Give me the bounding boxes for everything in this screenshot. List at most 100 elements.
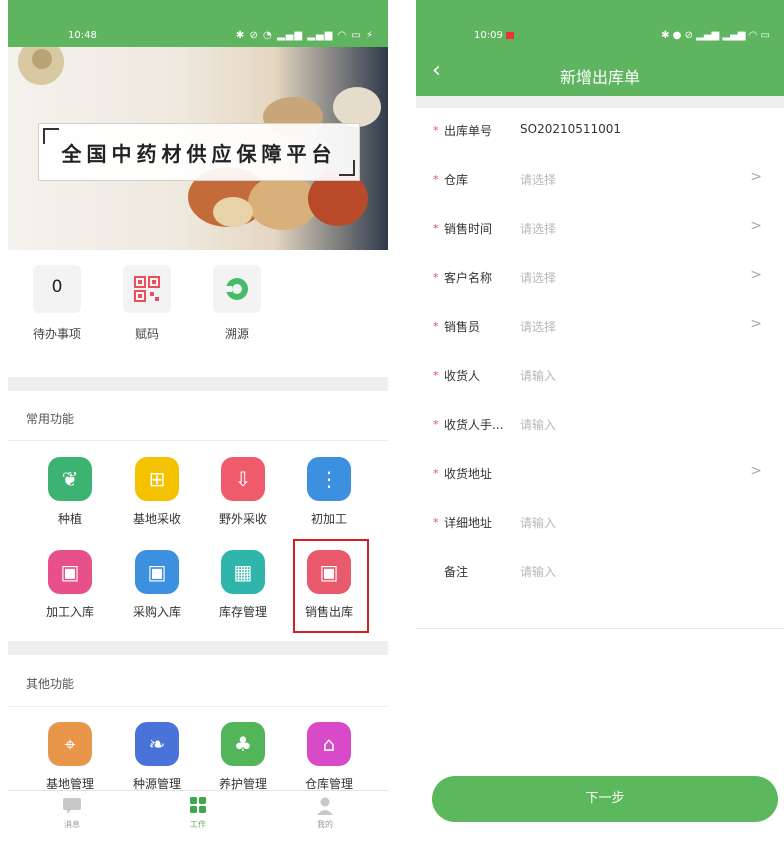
warehouse-select[interactable]: 请选择 — [520, 171, 556, 188]
inbox-in-icon: ▣ — [48, 550, 92, 594]
section-gap — [416, 96, 784, 108]
field-detailed-address[interactable]: * 详细地址 请输入 — [416, 502, 784, 550]
banner-title-card: 全国中药材供应保障平台 — [38, 123, 360, 181]
salesperson-select[interactable]: 请选择 — [520, 318, 556, 335]
required-mark: * — [433, 320, 439, 333]
notification-badge-icon — [505, 31, 514, 39]
process-icon: ⋮ — [307, 457, 351, 501]
field-label: 收货人手... — [444, 418, 504, 432]
field-salesperson[interactable]: * 销售员 请选择 > — [416, 306, 784, 354]
field-sales-time[interactable]: * 销售时间 请选择 > — [416, 208, 784, 256]
field-remark[interactable]: 备注 请输入 — [416, 551, 784, 599]
field-consignee[interactable]: * 收货人 请输入 — [416, 355, 784, 403]
page-title: 新增出库单 — [559, 68, 640, 87]
trace-icon — [213, 265, 261, 313]
required-mark: * — [433, 369, 439, 382]
user-icon — [315, 797, 335, 815]
consignee-input[interactable]: 请输入 — [520, 367, 556, 384]
func-label: 种植 — [57, 512, 82, 526]
quick-code[interactable]: 赋码 — [116, 265, 178, 342]
seed-icon: ❧ — [135, 722, 179, 766]
sales-time-select[interactable]: 请选择 — [520, 220, 556, 237]
field-warehouse[interactable]: * 仓库 请选择 > — [416, 159, 784, 207]
func-warehouse-management[interactable]: ⌂ 仓库管理 — [289, 722, 369, 792]
tab-label: 消息 — [64, 820, 80, 829]
tab-work[interactable]: 工作 — [168, 797, 228, 830]
func-label: 初加工 — [310, 512, 347, 526]
field-label: 销售时间 — [444, 222, 493, 236]
func-label: 基地采收 — [132, 512, 181, 526]
func-planting[interactable]: ❦ 种植 — [30, 457, 110, 527]
tab-messages[interactable]: 消息 — [42, 797, 102, 830]
banner[interactable]: 全国中药材供应保障平台 — [8, 47, 388, 250]
chevron-right-icon: > — [750, 169, 762, 185]
section-gap — [8, 377, 388, 391]
qr-code-icon — [123, 265, 171, 313]
location-icon: ⌖ — [48, 722, 92, 766]
status-bar: 10:48 ✱ ⊘ ◔ ▂▄▆ ▂▄▆ ◠ ▭ ⚡ — [8, 0, 388, 47]
detailed-address-input[interactable]: 请输入 — [520, 514, 556, 531]
func-label: 库存管理 — [218, 605, 267, 619]
customer-select[interactable]: 请选择 — [520, 269, 556, 286]
field-order-number: * 出库单号 SO20210511001 — [416, 110, 784, 158]
func-inventory[interactable]: ▦ 库存管理 — [203, 550, 283, 620]
field-label: 收货人 — [444, 369, 481, 383]
required-mark: * — [433, 222, 439, 235]
divider — [8, 706, 388, 707]
field-label: 仓库 — [444, 173, 469, 187]
required-mark: * — [433, 173, 439, 186]
field-label: 备注 — [444, 565, 469, 579]
field-consignee-phone[interactable]: * 收货人手... 请输入 — [416, 404, 784, 452]
quick-trace-label: 溯源 — [224, 327, 249, 341]
chevron-right-icon: > — [750, 463, 762, 479]
status-time: 10:48 — [68, 30, 97, 41]
purchase-inbox-icon: ▣ — [135, 550, 179, 594]
quick-todo[interactable]: 0 待办事项 — [26, 265, 88, 342]
status-icons: ✱ ⊘ ◔ ▂▄▆ ▂▄▆ ◠ ▭ ⚡ — [235, 30, 374, 41]
section-gap — [8, 641, 388, 655]
field-label: 收货地址 — [444, 467, 493, 481]
new-outbound-order-screen: 10:09 ✱ ● ⊘ ▂▄▆ ▂▄▆ ◠ ▭ ‹ 新增出库单 * 出库单号 S… — [416, 0, 784, 841]
required-mark: * — [433, 271, 439, 284]
status-time: 10:09 — [474, 30, 514, 41]
home-screen: 10:48 ✱ ⊘ ◔ ▂▄▆ ▂▄▆ ◠ ▭ ⚡ 全国中药材供应保障平台 0 … — [8, 0, 388, 841]
func-processing-inbound[interactable]: ▣ 加工入库 — [30, 550, 110, 620]
func-purchase-inbound[interactable]: ▣ 采购入库 — [117, 550, 197, 620]
required-mark: * — [433, 467, 439, 480]
func-label: 野外采收 — [218, 512, 267, 526]
chevron-right-icon: > — [750, 267, 762, 283]
common-functions-title: 常用功能 — [26, 412, 75, 426]
quick-todo-label: 待办事项 — [32, 327, 81, 341]
func-primary-processing[interactable]: ⋮ 初加工 — [289, 457, 369, 527]
todo-icon: 0 — [33, 265, 81, 313]
required-mark: * — [433, 418, 439, 431]
field-shipping-address[interactable]: * 收货地址 > — [416, 453, 784, 501]
field-label: 详细地址 — [444, 516, 493, 530]
func-wild-harvest[interactable]: ⇩ 野外采收 — [203, 457, 283, 527]
highlight-box — [293, 539, 369, 633]
field-label: 客户名称 — [444, 271, 493, 285]
func-base-harvest[interactable]: ⊞ 基地采收 — [117, 457, 197, 527]
next-step-button[interactable]: 下一步 — [432, 776, 778, 822]
care-icon: ♣ — [221, 722, 265, 766]
remark-input[interactable]: 请输入 — [520, 563, 556, 580]
basket-icon: ⊞ — [135, 457, 179, 501]
message-icon — [62, 797, 82, 815]
func-label: 采购入库 — [132, 605, 181, 619]
app-header: 10:09 ✱ ● ⊘ ▂▄▆ ▂▄▆ ◠ ▭ ‹ 新增出库单 — [416, 0, 784, 96]
bottom-tab-bar: 消息 工作 我的 — [8, 790, 388, 841]
func-label: 加工入库 — [45, 605, 94, 619]
quick-trace[interactable]: 溯源 — [206, 265, 268, 342]
func-base-management[interactable]: ⌖ 基地管理 — [30, 722, 110, 792]
consignee-phone-input[interactable]: 请输入 — [520, 416, 556, 433]
required-mark: * — [433, 516, 439, 529]
banner-title: 全国中药材供应保障平台 — [61, 142, 337, 166]
sprout-icon: ❦ — [48, 457, 92, 501]
func-care-management[interactable]: ♣ 养护管理 — [203, 722, 283, 792]
tab-mine[interactable]: 我的 — [295, 797, 355, 830]
tab-label: 工作 — [190, 820, 206, 829]
field-customer-name[interactable]: * 客户名称 请选择 > — [416, 257, 784, 305]
func-seed-management[interactable]: ❧ 种源管理 — [117, 722, 197, 792]
inventory-icon: ▦ — [221, 550, 265, 594]
chevron-right-icon: > — [750, 316, 762, 332]
